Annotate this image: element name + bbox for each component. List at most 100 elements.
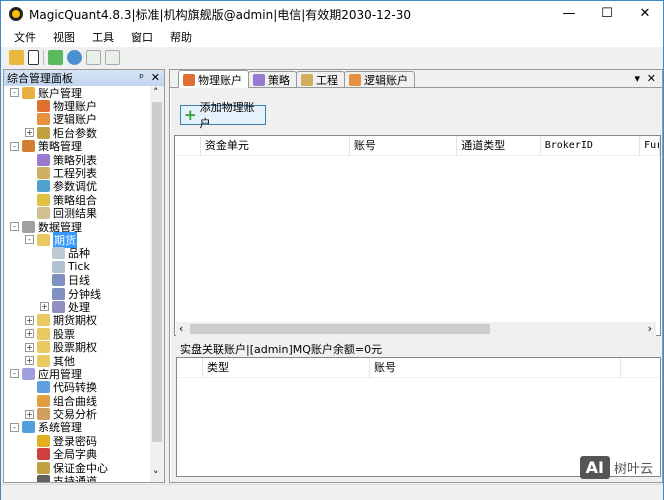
tree-connector	[25, 383, 34, 392]
tree-connector	[25, 463, 34, 472]
menu-tools[interactable]: 工具	[85, 29, 124, 45]
link-icon	[37, 100, 50, 113]
scroll-left-icon[interactable]: ‹	[179, 322, 183, 335]
folder-icon	[37, 233, 50, 246]
expand-toggle-icon[interactable]: +	[25, 409, 34, 419]
expand-toggle-icon[interactable]: +	[25, 356, 34, 365]
column-header-row	[177, 357, 203, 378]
expand-toggle-icon[interactable]: +	[25, 315, 34, 325]
expand-toggle-icon[interactable]: +	[25, 128, 34, 138]
close-button[interactable]: ✕	[629, 1, 661, 27]
expand-toggle-icon[interactable]: +	[25, 329, 34, 339]
gear-icon	[37, 126, 50, 139]
analysis-icon	[37, 408, 50, 421]
tree-connector	[25, 102, 34, 111]
tab-label: 逻辑账户	[364, 73, 408, 87]
menu-window[interactable]: 窗口	[124, 29, 163, 45]
tree-item[interactable]: + 期货期权	[4, 314, 151, 327]
maximize-button[interactable]: ☐	[591, 1, 623, 27]
tab-icon	[253, 73, 265, 86]
tab-close-icon[interactable]: ✕	[647, 72, 656, 85]
tree-connector	[25, 436, 34, 445]
tree-scrollbar[interactable]: ˄ ˅	[150, 86, 164, 482]
column-header-type[interactable]: 类型	[203, 357, 370, 378]
linked-account-label: 实盘关联账户|[admin]MQ账户余额=0元	[180, 343, 383, 356]
tree-item-label: 品种	[68, 247, 90, 261]
database-icon	[22, 220, 35, 233]
tab-icon	[301, 73, 313, 86]
connect-icon[interactable]	[48, 49, 63, 65]
menu-file[interactable]: 文件	[7, 29, 46, 45]
menu-view[interactable]: 视图	[46, 29, 85, 45]
menu-help[interactable]: 帮助	[163, 29, 202, 45]
title-bar: MagicQuant4.8.3|标准|机构旗舰版@admin|电信|有效期203…	[1, 1, 663, 27]
tab-1[interactable]: 策略	[248, 71, 297, 87]
window-title: MagicQuant4.8.3|标准|机构旗舰版@admin|电信|有效期203…	[29, 7, 412, 22]
tab-label: 物理账户	[198, 73, 242, 87]
new-file-icon[interactable]	[28, 49, 39, 65]
expand-toggle-icon[interactable]: -	[10, 141, 19, 151]
tree-item[interactable]: + 股票期权	[4, 340, 151, 354]
tab-menu-icon[interactable]: ▾	[634, 72, 640, 85]
watermark-logo: AI	[579, 456, 610, 479]
expand-toggle-icon[interactable]: -	[10, 222, 19, 232]
management-panel: 综合管理面板 ᵖ ✕ - 账户管理 物理账户 逻辑账户 + 柜台参数 - 策略管理 策略列表 工程…	[3, 69, 165, 483]
tree-connector	[25, 450, 34, 459]
column-header-account[interactable]: 账号	[350, 135, 458, 156]
bars-icon	[52, 274, 65, 287]
dictionary-icon	[37, 448, 50, 461]
apps-icon	[22, 367, 35, 380]
open-folder-icon[interactable]	[9, 49, 24, 65]
tree-connector	[40, 262, 49, 271]
tree-item[interactable]: - 数据管理	[4, 220, 151, 234]
watermark-text: 树叶云	[613, 462, 653, 477]
panel-title: 综合管理面板	[7, 72, 73, 85]
expand-toggle-icon[interactable]: -	[10, 422, 19, 432]
pin-icon[interactable]: ᵖ	[139, 71, 144, 84]
expand-toggle-icon[interactable]: -	[25, 235, 34, 245]
physical-account-table: 资金单元 账号 通道类型 BrokerID Fur ‹ ›	[174, 135, 661, 336]
horizontal-scrollbar[interactable]: ‹ ›	[176, 322, 656, 336]
column-header-broker-id[interactable]: BrokerID	[541, 135, 641, 156]
scroll-right-icon[interactable]: ›	[648, 322, 652, 335]
tree-connector	[40, 276, 49, 285]
column-header-fund[interactable]: Fur	[640, 135, 660, 156]
tick-icon	[52, 260, 65, 273]
import-icon[interactable]	[86, 49, 101, 65]
process-icon	[52, 300, 65, 313]
key-icon	[37, 434, 50, 447]
folder-icon	[37, 327, 50, 340]
scroll-down-icon[interactable]: ˅	[153, 469, 159, 482]
expand-toggle-icon[interactable]: +	[25, 342, 34, 352]
curve-icon	[37, 394, 50, 407]
tab-2[interactable]: 工程	[296, 71, 345, 87]
column-header-fund-unit[interactable]: 资金单元	[201, 135, 350, 156]
status-bar	[1, 484, 663, 500]
column-header-channel-type[interactable]: 通道类型	[457, 135, 541, 156]
bars-icon	[52, 287, 65, 300]
tab-0[interactable]: 物理账户	[178, 70, 249, 88]
minimize-button[interactable]: —	[553, 1, 585, 27]
tree-item-label: 支持通道	[53, 475, 97, 482]
tab-3[interactable]: 逻辑账户	[344, 71, 415, 87]
tab-icon	[349, 73, 361, 86]
tree-connector	[25, 169, 34, 178]
scroll-thumb[interactable]	[152, 102, 162, 442]
column-header-account[interactable]: 账号	[370, 357, 621, 378]
export-icon[interactable]	[105, 49, 120, 65]
expand-toggle-icon[interactable]: +	[40, 302, 49, 312]
folder-icon	[37, 314, 50, 327]
h-scroll-thumb[interactable]	[190, 324, 490, 334]
add-physical-account-button[interactable]: + 添加物理账户	[180, 101, 266, 130]
tree-connector	[25, 182, 34, 191]
channel-icon	[37, 475, 50, 482]
expand-toggle-icon[interactable]: -	[10, 369, 19, 379]
strategy-icon	[37, 153, 50, 166]
scroll-up-icon[interactable]: ˄	[153, 86, 159, 99]
panel-close-icon[interactable]: ✕	[151, 71, 160, 84]
watermark: AI 树叶云	[579, 456, 653, 479]
tree-item[interactable]: 支持通道	[4, 474, 151, 482]
tree-item[interactable]: 品种	[4, 247, 151, 260]
info-icon[interactable]	[67, 49, 82, 65]
expand-toggle-icon[interactable]: -	[10, 88, 19, 98]
